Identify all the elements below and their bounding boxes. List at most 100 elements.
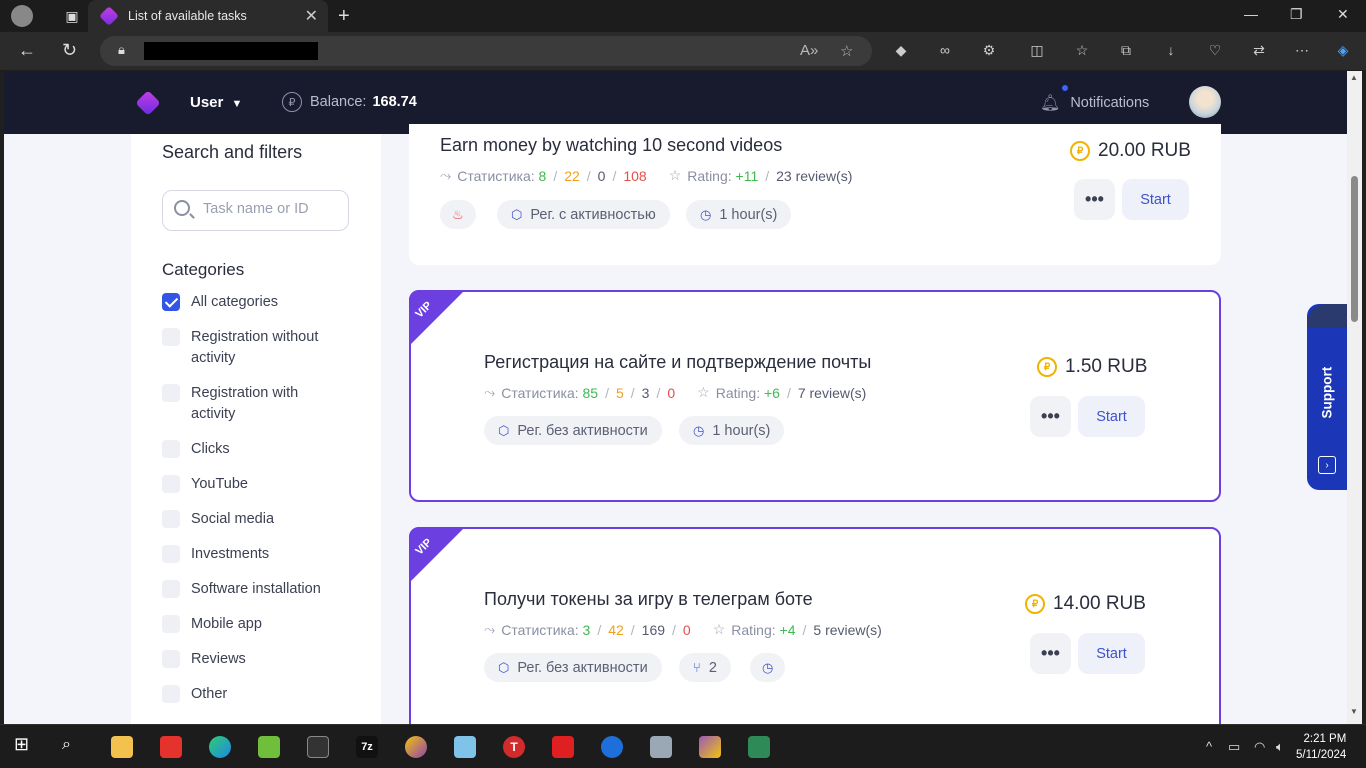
close-window-button[interactable]: ✕ (1337, 6, 1349, 23)
battery-icon[interactable]: ▭ (1228, 739, 1240, 755)
active-tab[interactable]: List of available tasks ✕ (88, 0, 328, 32)
category-checkbox[interactable] (162, 615, 180, 633)
balance-value: 168.74 (372, 94, 417, 110)
task-title[interactable]: Регистрация на сайте и подтверждение поч… (484, 352, 871, 373)
scroll-up-icon[interactable]: ▲ (1350, 73, 1358, 82)
more-options-button[interactable]: ••• (1074, 179, 1115, 220)
chip-label: Рег. без активности (517, 659, 648, 676)
category-checkbox[interactable] (162, 545, 180, 563)
category-filter-item[interactable]: Investments (162, 544, 351, 565)
notifications-button[interactable]: 🔔︎ Notifications (1040, 85, 1149, 113)
performance-icon[interactable]: ♡ (1206, 42, 1224, 60)
scroll-down-icon[interactable]: ▼ (1350, 707, 1358, 716)
paint-icon[interactable] (454, 736, 476, 758)
wifi-icon[interactable]: ◠ (1254, 739, 1265, 755)
extensions-icon[interactable]: ⚙ (980, 42, 998, 60)
scrollbar-thumb[interactable] (1351, 176, 1358, 322)
search-box[interactable] (162, 190, 349, 231)
category-checkbox[interactable] (162, 475, 180, 493)
category-checkbox[interactable] (162, 384, 180, 402)
p-app-icon[interactable] (601, 736, 623, 758)
site-favicon-icon (99, 6, 119, 26)
reviews-count[interactable]: 23 review(s) (776, 168, 852, 184)
category-filter-item[interactable]: Reviews (162, 649, 351, 670)
category-filter-item[interactable]: Registration without activity (162, 327, 341, 369)
category-filter-item[interactable]: Registration with activity (162, 383, 341, 425)
copilot-icon[interactable]: ◈ (1334, 42, 1352, 60)
page-scrollbar[interactable]: ▲ ▼ (1347, 71, 1362, 724)
category-filter-item[interactable]: Mobile app (162, 614, 351, 635)
volume-icon[interactable]: 🔈︎ (1276, 739, 1284, 755)
t-app-icon[interactable]: T (503, 736, 525, 758)
category-filter-item[interactable]: YouTube (162, 474, 351, 495)
read-aloud-icon[interactable]: A» (800, 42, 818, 59)
category-checkbox[interactable] (162, 650, 180, 668)
system-clock[interactable]: 2:21 PM 5/11/2024 (1296, 731, 1346, 763)
category-filter-item[interactable]: Other (162, 684, 351, 705)
start-button[interactable]: Start (1078, 396, 1145, 437)
downloads-icon[interactable]: ↓ (1162, 42, 1180, 60)
file-explorer-icon[interactable] (111, 736, 133, 758)
edge-browser-icon[interactable] (209, 736, 231, 758)
extension-1-icon[interactable]: ◆ (892, 42, 910, 60)
wps-office-icon[interactable] (160, 736, 182, 758)
tab-actions-icon[interactable]: ▣ (60, 4, 84, 28)
collections-icon[interactable]: ⧉ (1117, 42, 1135, 60)
profile-icon[interactable] (11, 5, 33, 27)
avatar[interactable] (1189, 86, 1221, 118)
reload-icon[interactable]: ↻ (62, 40, 77, 61)
chip-label: 2 (708, 659, 717, 676)
category-filter-item[interactable]: Social media (162, 509, 351, 530)
new-tab-button[interactable]: + (338, 5, 350, 28)
notepad-icon[interactable] (258, 736, 280, 758)
reviews-count[interactable]: 5 review(s) (813, 622, 881, 638)
extension-2-icon[interactable]: ∞ (936, 42, 954, 60)
category-checkbox[interactable] (162, 293, 180, 311)
site-logo-icon[interactable] (134, 89, 162, 117)
settings-menu-icon[interactable]: ⋯ (1293, 42, 1311, 60)
url-field[interactable]: 🔒︎ A» ☆ (100, 36, 872, 66)
repeat-chip: ⑂ 2 (679, 653, 731, 682)
flipboard-icon[interactable] (552, 736, 574, 758)
category-filter-item[interactable]: Clicks (162, 439, 351, 460)
category-filter-item[interactable]: Software installation (162, 579, 351, 600)
more-options-button[interactable]: ••• (1030, 633, 1071, 674)
share-icon[interactable]: ⇄ (1250, 42, 1268, 60)
category-checkbox[interactable] (162, 440, 180, 458)
chromium-icon[interactable] (405, 736, 427, 758)
stat-rejected: 0 (682, 621, 691, 638)
support-tab[interactable]: Support › (1307, 304, 1347, 490)
7zip-icon[interactable]: 7z (356, 736, 378, 758)
search-input[interactable] (203, 201, 343, 217)
terminal-icon[interactable] (307, 736, 329, 758)
favorite-star-icon[interactable]: ☆ (840, 42, 853, 60)
split-screen-icon[interactable]: ◫ (1028, 42, 1046, 60)
android-studio-icon[interactable] (748, 736, 770, 758)
search-icon[interactable]: ⌕ (62, 736, 84, 758)
monitor-app-icon[interactable] (650, 736, 672, 758)
user-menu[interactable]: User ▼ (190, 94, 242, 111)
start-button[interactable]: Start (1122, 179, 1189, 220)
category-filter-item[interactable]: All categories (162, 292, 351, 313)
restore-button[interactable]: ❐ (1290, 6, 1303, 23)
task-title[interactable]: Earn money by watching 10 second videos (440, 135, 782, 156)
close-tab-icon[interactable]: ✕ (305, 6, 318, 26)
favorites-icon[interactable]: ☆ (1073, 42, 1091, 60)
mountain-app-icon[interactable] (699, 736, 721, 758)
stat-pending: 22 (564, 167, 580, 184)
filters-sidebar: Search and filters Categories All catego… (131, 134, 381, 724)
category-checkbox[interactable] (162, 328, 180, 346)
minimize-button[interactable]: — (1244, 6, 1258, 22)
price-value: 14.00 RUB (1053, 593, 1146, 614)
tray-chevron-icon[interactable]: ^ (1206, 739, 1212, 754)
start-button[interactable]: Start (1078, 633, 1145, 674)
more-options-button[interactable]: ••• (1030, 396, 1071, 437)
category-checkbox[interactable] (162, 580, 180, 598)
reviews-count[interactable]: 7 review(s) (798, 385, 866, 401)
back-icon[interactable]: ← (18, 40, 36, 61)
rating-value: +4 (779, 621, 796, 638)
category-checkbox[interactable] (162, 510, 180, 528)
task-title[interactable]: Получи токены за игру в телеграм боте (484, 589, 813, 610)
category-checkbox[interactable] (162, 685, 180, 703)
start-menu-icon[interactable]: ⊞ (14, 734, 36, 756)
